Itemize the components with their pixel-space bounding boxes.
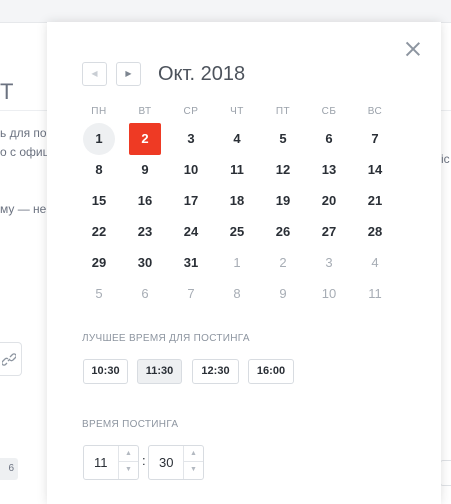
arrow-right-icon: ▶ [125, 69, 132, 78]
calendar-day-outside-month[interactable]: 8 [221, 278, 253, 310]
best-time-label: Лучшее время для постинга [82, 333, 250, 344]
calendar-day[interactable]: 27 [313, 216, 345, 248]
weekday-label: ВС [367, 106, 383, 117]
calendar-day[interactable]: 6 [313, 123, 345, 155]
background-text-fragment: ic [441, 152, 450, 166]
minutes-increment-icon[interactable]: ▲ [184, 446, 203, 462]
calendar-day-outside-month[interactable]: 3 [313, 247, 345, 279]
attach-link-button[interactable] [0, 342, 22, 376]
background-text-line: ь для по [0, 126, 47, 140]
best-time-slot-button[interactable]: 16:00 [248, 359, 294, 384]
hours-stepper-controls: ▲ ▼ [118, 446, 138, 479]
calendar-day[interactable]: 11 [221, 154, 253, 186]
calendar-day[interactable]: 8 [83, 154, 115, 186]
calendar-day[interactable]: 24 [175, 216, 207, 248]
hours-decrement-icon[interactable]: ▼ [119, 462, 138, 478]
calendar-day-outside-month[interactable]: 1 [221, 247, 253, 279]
minutes-decrement-icon[interactable]: ▼ [184, 462, 203, 478]
background-input[interactable] [440, 460, 451, 486]
weekday-label: СР [183, 106, 199, 117]
weekday-header: ПН ВТ СР ЧТ ПТ СБ ВС [83, 106, 403, 120]
weekday-label: ПТ [275, 106, 291, 117]
next-month-button[interactable]: ▶ [116, 62, 141, 86]
calendar-day[interactable]: 9 [129, 154, 161, 186]
calendar-day[interactable]: 15 [83, 185, 115, 217]
calendar-day[interactable]: 12 [267, 154, 299, 186]
link-icon [2, 353, 16, 366]
calendar-day[interactable]: 30 [129, 247, 161, 279]
calendar-day-outside-month[interactable]: 9 [267, 278, 299, 310]
hours-increment-icon[interactable]: ▲ [119, 446, 138, 462]
calendar-day[interactable]: 29 [83, 247, 115, 279]
weekday-label: ВТ [138, 106, 152, 117]
calendar-day[interactable]: 16 [129, 185, 161, 217]
best-time-slot-button[interactable]: 12:30 [192, 359, 239, 384]
calendar-day[interactable]: 25 [221, 216, 253, 248]
weekday-label: ПН [91, 106, 107, 117]
calendar-day[interactable]: 7 [359, 123, 391, 155]
calendar-day-outside-month[interactable]: 10 [313, 278, 345, 310]
calendar-day[interactable]: 1 [83, 123, 115, 155]
calendar-day[interactable]: 28 [359, 216, 391, 248]
best-time-slot-button[interactable]: 11:30 [137, 359, 182, 384]
weekday-label: ЧТ [230, 106, 244, 117]
minutes-value[interactable]: 30 [159, 446, 173, 479]
minutes-stepper-controls: ▲ ▼ [183, 446, 203, 479]
time-separator: : [142, 453, 146, 468]
calendar-day-outside-month[interactable]: 2 [267, 247, 299, 279]
calendar-day[interactable]: 5 [267, 123, 299, 155]
calendar-day[interactable]: 17 [175, 185, 207, 217]
calendar-day[interactable]: 4 [221, 123, 253, 155]
calendar-day[interactable]: 22 [83, 216, 115, 248]
calendar-day[interactable]: 19 [267, 185, 299, 217]
background-text-line: о с офиц [0, 145, 50, 159]
calendar-day-outside-month[interactable]: 5 [83, 278, 115, 310]
prev-month-button[interactable]: ◀ [82, 62, 107, 86]
calendar-day[interactable]: 26 [267, 216, 299, 248]
calendar-day-outside-month[interactable]: 4 [359, 247, 391, 279]
calendar-day[interactable]: 21 [359, 185, 391, 217]
calendar-day[interactable]: 31 [175, 247, 207, 279]
calendar-day[interactable]: 14 [359, 154, 391, 186]
month-label: Окт. 2018 [158, 63, 246, 85]
minutes-stepper[interactable]: 30 ▲ ▼ [148, 445, 204, 480]
calendar-day[interactable]: 3 [175, 123, 207, 155]
calendar-day[interactable]: 18 [221, 185, 253, 217]
calendar-day[interactable]: 20 [313, 185, 345, 217]
hours-stepper[interactable]: 11 ▲ ▼ [83, 445, 139, 480]
arrow-left-icon: ◀ [91, 69, 98, 78]
calendar-day[interactable]: 13 [313, 154, 345, 186]
calendar-day-outside-month[interactable]: 7 [175, 278, 207, 310]
calendar-day-outside-month[interactable]: 11 [359, 278, 391, 310]
background-chip: 6 [0, 458, 18, 480]
calendar-day[interactable]: 2 [129, 123, 161, 155]
best-time-slot-button[interactable]: 10:30 [83, 359, 128, 384]
weekday-label: СБ [321, 106, 337, 117]
background-title-fragment: Т [0, 79, 14, 104]
hours-value[interactable]: 11 [94, 446, 108, 479]
close-icon[interactable] [405, 41, 421, 57]
calendar-day[interactable]: 10 [175, 154, 207, 186]
datetime-picker-popup: ◀ ▶ Окт. 2018 ПН ВТ СР ЧТ ПТ СБ ВС 1 2 3 4 5 6 7 8 9 10… [47, 22, 441, 504]
post-time-label: Время постинга [82, 419, 179, 430]
calendar-day[interactable]: 23 [129, 216, 161, 248]
calendar-grid: 1 2 3 4 5 6 7 8 9 10 11 12 13 14 15 16 17 18 19 20 21 22 23 24 2… [83, 123, 403, 309]
calendar-day-outside-month[interactable]: 6 [129, 278, 161, 310]
